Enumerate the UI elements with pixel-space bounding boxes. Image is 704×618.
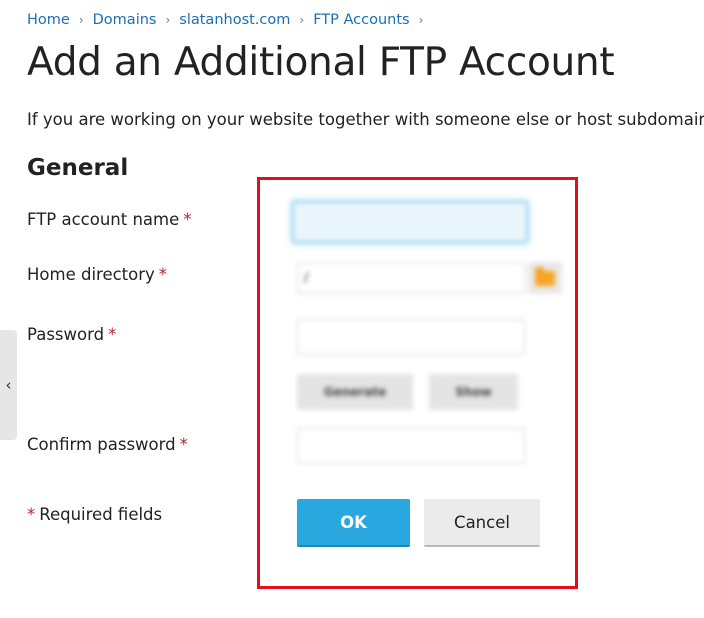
breadcrumb-separator: › — [299, 13, 305, 27]
required-asterisk: * — [158, 265, 168, 284]
home-directory-input[interactable] — [297, 262, 525, 294]
confirm-password-label-text: Confirm password — [27, 435, 176, 454]
breadcrumb-domains[interactable]: Domains — [93, 12, 157, 28]
required-fields-note-text: Required fields — [39, 505, 163, 524]
confirm-password-input[interactable] — [297, 428, 525, 464]
required-asterisk: * — [179, 435, 188, 454]
ok-button[interactable]: OK — [297, 499, 410, 547]
required-asterisk: * — [183, 210, 192, 229]
required-asterisk: * — [108, 325, 117, 344]
breadcrumb: Home › Domains › slatanhost.com › FTP Ac… — [27, 9, 432, 31]
password-label-text: Password — [27, 325, 105, 344]
folder-icon — [535, 266, 555, 286]
breadcrumb-separator: › — [165, 13, 171, 27]
password-label: Password * — [27, 325, 116, 344]
home-directory-label-text: Home directory — [27, 265, 155, 284]
breadcrumb-separator: › — [418, 13, 424, 27]
password-input[interactable] — [297, 319, 525, 355]
breadcrumb-ftp-accounts[interactable]: FTP Accounts — [313, 12, 409, 28]
sidebar-collapse-handle[interactable]: ‹ — [0, 330, 17, 440]
page-intro: If you are working on your website toget… — [27, 110, 704, 129]
home-directory-label: Home directory * — [27, 265, 167, 284]
breadcrumb-separator: › — [78, 13, 84, 27]
breadcrumb-home[interactable]: Home — [27, 12, 70, 28]
browse-folder-button[interactable] — [528, 262, 562, 294]
cancel-button[interactable]: Cancel — [424, 499, 540, 547]
required-fields-note: * Required fields — [27, 505, 162, 524]
confirm-password-label: Confirm password * — [27, 435, 188, 454]
breadcrumb-domain[interactable]: slatanhost.com — [179, 12, 290, 28]
generate-password-button[interactable]: Generate — [297, 374, 413, 410]
show-password-button[interactable]: Show — [429, 374, 518, 410]
ftp-account-name-input[interactable] — [292, 201, 528, 243]
section-title-general: General — [27, 155, 129, 181]
ftp-account-name-label: FTP account name * — [27, 210, 192, 229]
page-title: Add an Additional FTP Account — [27, 40, 615, 85]
required-asterisk: * — [27, 505, 36, 524]
ftp-account-name-label-text: FTP account name — [27, 210, 180, 229]
chevron-left-icon: ‹ — [5, 376, 12, 394]
